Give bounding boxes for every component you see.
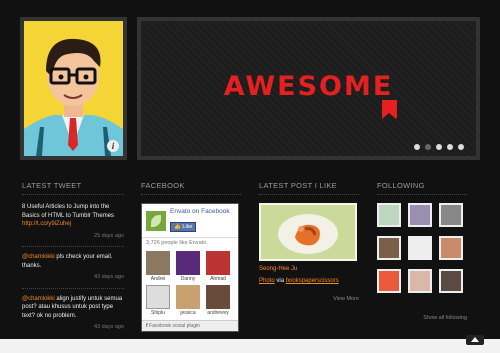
slider-dot[interactable] xyxy=(425,144,431,150)
following-avatar[interactable] xyxy=(408,203,432,227)
facebook-social-plugin-footer[interactable]: f Facebook social plugin xyxy=(142,320,238,331)
facebook-like-count: 3,726 people like Envato. xyxy=(142,237,238,249)
slider-dot[interactable] xyxy=(447,144,453,150)
tweet-text: 8 Useful Articles to Jump into the Basic… xyxy=(22,204,115,219)
tweet-item: @chamlokki pls check your email. thanks.… xyxy=(22,253,124,282)
slider-dot[interactable] xyxy=(436,144,442,150)
photo-link[interactable]: Photo xyxy=(259,278,275,284)
feature-slider[interactable]: AWESOME xyxy=(137,17,480,160)
latest-tweet-title: Latest Tweet xyxy=(22,181,124,195)
facebook-title: Facebook xyxy=(141,181,241,195)
facebook-person[interactable]: Andrei xyxy=(146,251,170,282)
bookmark-icon xyxy=(382,100,397,119)
avatar[interactable]: i xyxy=(20,17,127,160)
person-avatar xyxy=(206,285,230,309)
slider-headline: AWESOME xyxy=(223,71,394,102)
divider xyxy=(22,246,124,247)
latest-post-column: Latest Post I Like Seong-Hee Ju Photo vi… xyxy=(259,181,359,302)
facebook-person[interactable]: jessica xyxy=(176,285,200,316)
person-avatar xyxy=(146,285,170,309)
tweet-time[interactable]: 25 days ago xyxy=(22,232,124,241)
person-avatar xyxy=(206,251,230,275)
following-avatar[interactable] xyxy=(377,236,401,260)
slider-dots xyxy=(414,144,464,150)
facebook-column: Facebook Envato on Facebook 👍 Like 3,726… xyxy=(141,181,241,332)
envato-logo-icon[interactable] xyxy=(146,210,166,231)
tumblr-page: i AWESOME Latest Tweet 8 Useful Articles… xyxy=(0,0,500,353)
latest-tweet-column: Latest Tweet 8 Useful Articles to Jump i… xyxy=(22,181,124,338)
following-avatar[interactable] xyxy=(439,269,463,293)
tweet-mention[interactable]: @chamlokki xyxy=(22,254,55,260)
following-avatar[interactable] xyxy=(377,203,401,227)
bottom-bar xyxy=(0,339,500,353)
post-via: Photo via bookspaperscissors xyxy=(259,278,339,284)
tweet-time[interactable]: 43 days ago xyxy=(22,273,124,282)
facebook-person[interactable]: Ahmad xyxy=(206,251,230,282)
following-avatar[interactable] xyxy=(439,236,463,260)
avatar-illustration xyxy=(24,21,123,156)
following-avatar[interactable] xyxy=(377,269,401,293)
view-more-link[interactable]: View More xyxy=(259,296,359,302)
info-icon[interactable]: i xyxy=(107,140,119,152)
scroll-to-top-button[interactable] xyxy=(466,335,484,345)
tweet-item: @chamlokki align justify untuk semua pos… xyxy=(22,295,124,332)
following-avatar[interactable] xyxy=(408,269,432,293)
tweet-time[interactable]: 43 days ago xyxy=(22,323,124,332)
tweet-link[interactable]: http://t.co/y9iZuhej xyxy=(22,220,124,229)
source-link[interactable]: bookspaperscissors xyxy=(286,278,339,284)
post-image[interactable] xyxy=(259,203,357,261)
show-all-following-link[interactable]: Show all following xyxy=(377,315,467,321)
person-avatar xyxy=(146,251,170,275)
following-title: Following xyxy=(377,181,467,195)
facebook-faces: Andrei Danny Ahmad Shiplu jessica andrew… xyxy=(142,249,238,320)
tweet-item: 8 Useful Articles to Jump into the Basic… xyxy=(22,203,124,240)
facebook-page-name[interactable]: Envato on Facebook xyxy=(170,208,230,215)
facebook-person[interactable]: Shiplu xyxy=(146,285,170,316)
following-column: Following Show all following xyxy=(377,181,467,321)
slider-dot[interactable] xyxy=(414,144,420,150)
facebook-like-box: Envato on Facebook 👍 Like 3,726 people l… xyxy=(141,203,239,332)
facebook-person[interactable]: andrewvy xyxy=(206,285,230,316)
following-grid xyxy=(377,203,467,293)
facebook-header: Envato on Facebook 👍 Like xyxy=(142,204,238,237)
facebook-icon: f xyxy=(146,323,148,329)
person-avatar xyxy=(176,285,200,309)
person-avatar xyxy=(176,251,200,275)
latest-post-title: Latest Post I Like xyxy=(259,181,359,195)
facebook-like-button[interactable]: 👍 Like xyxy=(170,222,197,232)
following-avatar[interactable] xyxy=(439,203,463,227)
thumbs-up-icon: 👍 xyxy=(174,224,181,230)
slider-dot[interactable] xyxy=(458,144,464,150)
divider xyxy=(22,287,124,289)
facebook-person[interactable]: Danny xyxy=(176,251,200,282)
following-avatar[interactable] xyxy=(408,236,432,260)
tweet-mention[interactable]: @chamlokki xyxy=(22,296,55,302)
post-author[interactable]: Seong-Hee Ju xyxy=(259,266,359,272)
